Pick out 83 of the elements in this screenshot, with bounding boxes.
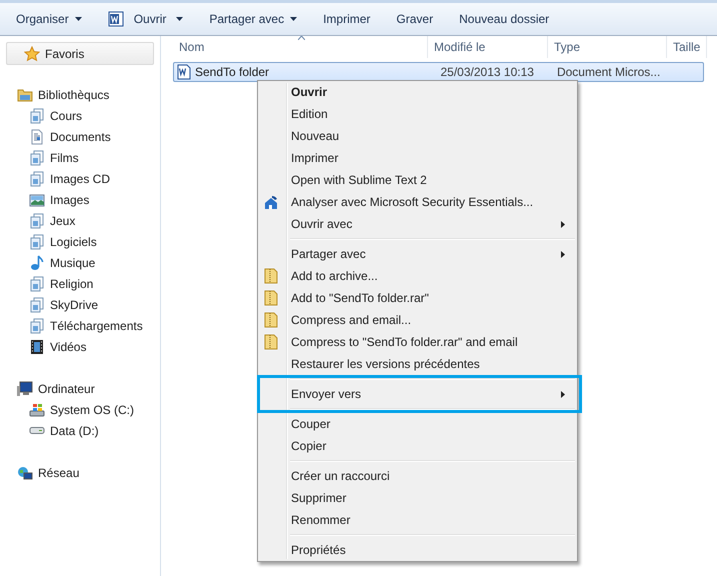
- submenu-arrow-icon: [561, 220, 565, 228]
- drive-icon: [29, 427, 45, 434]
- document-library-icon: [29, 296, 45, 312]
- sidebar-item[interactable]: Documents: [0, 126, 160, 147]
- sidebar-item[interactable]: Réseau: [0, 462, 160, 483]
- archive-icon: [264, 312, 278, 328]
- archive-icon: [264, 290, 278, 306]
- sidebar-item[interactable]: System OS (C:): [0, 399, 160, 420]
- toolbar-button[interactable]: Ouvrir: [98, 6, 194, 32]
- document-library-icon: [29, 276, 45, 292]
- archive-icon: [264, 268, 278, 284]
- menu-item[interactable]: Propriétés: [260, 539, 575, 561]
- globe-monitor-icon: [17, 464, 33, 480]
- menu-item[interactable]: Nouveau: [260, 125, 575, 147]
- column-header[interactable]: Taille: [667, 36, 707, 58]
- file-row[interactable]: SendTo folder 25/03/2013 10:13 Document Micros...: [173, 62, 704, 82]
- library-folder-icon: [17, 86, 33, 102]
- windows-drive-icon: [29, 402, 45, 418]
- menu-item[interactable]: Renommer: [260, 509, 575, 531]
- computer-icon: [17, 380, 33, 396]
- sidebar-item[interactable]: Images CD: [0, 168, 160, 189]
- menu-item[interactable]: Ouvrir avec: [260, 213, 575, 235]
- caret-icon: [290, 17, 298, 21]
- archive-icon: [264, 334, 278, 350]
- sidebar-item[interactable]: Vidéos: [0, 336, 160, 357]
- sidebar-item[interactable]: Cours: [0, 105, 160, 126]
- word-document-icon: [108, 11, 124, 27]
- menu-item[interactable]: Open with Sublime Text 2: [260, 169, 575, 191]
- menu-item[interactable]: Edition: [260, 103, 575, 125]
- menu-item[interactable]: Envoyer vers: [260, 383, 575, 405]
- toolbar-button[interactable]: Partager avec: [199, 6, 308, 32]
- sidebar-item[interactable]: Religion: [0, 273, 160, 294]
- menu-item[interactable]: Add to archive...: [260, 265, 575, 287]
- menu-item[interactable]: Compress and email...: [260, 309, 575, 331]
- document-library-icon: [29, 170, 45, 186]
- star-icon: [24, 46, 40, 62]
- toolbar-button[interactable]: Graver: [386, 6, 444, 32]
- house-shield-icon: [263, 194, 279, 210]
- document-library-icon: [29, 150, 45, 166]
- toolbar-button[interactable]: Imprimer: [313, 6, 380, 32]
- menu-item[interactable]: Créer un raccourci: [260, 465, 575, 487]
- caret-icon: [74, 17, 82, 21]
- word-document-icon: [177, 64, 191, 80]
- menu-item[interactable]: Partager avec: [260, 243, 575, 265]
- landscape-icon: [29, 192, 45, 208]
- sidebar-item[interactable]: SkyDrive: [0, 294, 160, 315]
- column-header[interactable]: Nom: [161, 36, 428, 58]
- column-header[interactable]: Modifié le: [428, 36, 548, 58]
- submenu-arrow-icon: [561, 390, 565, 398]
- sidebar-item[interactable]: Bibliothèqucs: [0, 84, 160, 105]
- submenu-arrow-icon: [561, 250, 565, 258]
- file-name: SendTo folder: [195, 64, 270, 81]
- file-date: 25/03/2013 10:13: [440, 64, 535, 81]
- toolbar-button[interactable]: Organiser: [6, 6, 92, 32]
- document-library-icon: [29, 234, 45, 250]
- film-strip-icon: [29, 338, 45, 354]
- menu-item[interactable]: Copier: [260, 435, 575, 457]
- menu-item[interactable]: Restaurer les versions précédentes: [260, 353, 575, 375]
- sidebar-item[interactable]: Musique: [0, 252, 160, 273]
- menu-item[interactable]: Add to "SendTo folder.rar": [260, 287, 575, 309]
- file-type: Document Micros...: [556, 64, 662, 81]
- sidebar-item[interactable]: Films: [0, 147, 160, 168]
- menu-item[interactable]: Ouvrir: [260, 81, 575, 103]
- menu-item[interactable]: Couper: [260, 413, 575, 435]
- menu-item[interactable]: Compress to "SendTo folder.rar" and email: [260, 331, 575, 353]
- document-library-icon: [29, 212, 45, 228]
- menu-item[interactable]: Imprimer: [260, 147, 575, 169]
- music-note-icon: [29, 254, 45, 270]
- document-library-icon: [29, 318, 45, 334]
- sidebar-item[interactable]: Data (D:): [0, 420, 160, 441]
- toolbar-button[interactable]: Nouveau dossier: [449, 6, 560, 32]
- document-icon: [29, 128, 45, 144]
- sidebar-item[interactable]: Ordinateur: [0, 378, 160, 399]
- sidebar-item[interactable]: Téléchargements: [0, 315, 160, 336]
- caret-icon: [176, 17, 184, 21]
- document-library-icon: [29, 108, 45, 124]
- sidebar-item[interactable]: Favoris: [6, 42, 154, 65]
- menu-item[interactable]: Analyser avec Microsoft Security Essentials...: [260, 191, 575, 213]
- sidebar-item[interactable]: Logiciels: [0, 231, 160, 252]
- menu-item[interactable]: Supprimer: [260, 487, 575, 509]
- sidebar-item[interactable]: Images: [0, 189, 160, 210]
- column-header[interactable]: Type: [548, 36, 667, 58]
- sidebar-item[interactable]: Jeux: [0, 210, 160, 231]
